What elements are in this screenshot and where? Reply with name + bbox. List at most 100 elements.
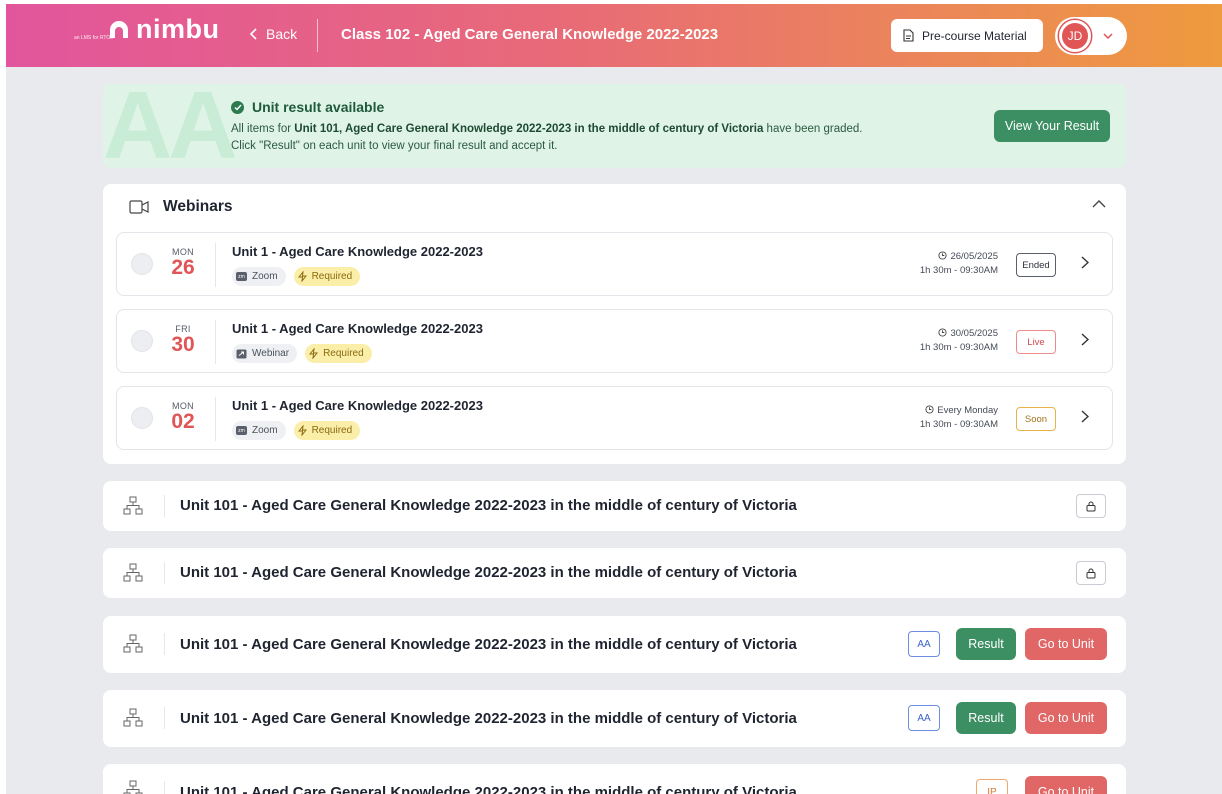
unit-row[interactable]: Unit 101 - Aged Care General Knowledge 2… [103,616,1126,673]
platform-label: Webinar [252,348,290,359]
precourse-label: Pre-course Material [922,28,1027,43]
unit-row[interactable]: Unit 101 - Aged Care General Knowledge 2… [103,481,1126,531]
radio-button[interactable] [131,330,153,352]
divider [215,320,216,364]
view-your-result-button[interactable]: View Your Result [994,110,1110,142]
platform-label: Zoom [252,425,278,436]
precourse-material-button[interactable]: Pre-course Material [891,19,1043,52]
lightning-icon [309,348,319,359]
lock-icon [1086,568,1096,578]
lightning-icon [297,271,307,282]
clock-icon [938,328,948,337]
webinar-tags: zm Zoom Required [232,421,361,440]
status-badge: Soon [1016,407,1056,431]
platform-tag: Webinar [232,344,298,363]
webinar-date: FRI 30 [165,324,201,356]
webinars-title: Webinars [163,198,233,215]
unit-row[interactable]: Unit 101 - Aged Care General Knowledge 2… [103,690,1126,747]
status-badge: Ended [1016,253,1056,277]
status-badge: AA [908,705,940,731]
webinar-item[interactable]: MON 02 Unit 1 - Aged Care Knowledge 2022… [116,386,1113,450]
required-tag: Required [293,267,361,286]
hierarchy-icon [123,634,143,653]
schedule-date-line: 26/05/2025 [920,250,998,264]
required-tag: Required [305,344,372,363]
go-to-unit-button[interactable]: Go to Unit [1025,776,1107,794]
hierarchy-icon [123,708,143,727]
check-circle-icon [231,100,244,114]
radio-button[interactable] [131,407,153,429]
unit-title: Unit 101 - Aged Care General Knowledge 2… [180,784,797,794]
logo-text: nimbu [136,14,220,44]
radio-button[interactable] [131,253,153,275]
required-label: Required [311,271,353,282]
unit-title: Unit 101 - Aged Care General Knowledge 2… [180,564,797,581]
chevron-right-icon[interactable] [1081,410,1089,423]
lightning-icon [297,425,307,436]
logo[interactable]: nimbu [106,14,220,44]
webinar-title: Unit 1 - Aged Care Knowledge 2022-2023 [232,398,483,413]
clock-icon [925,405,934,414]
webinar-title: Unit 1 - Aged Care Knowledge 2022-2023 [232,244,483,259]
webinar-item[interactable]: FRI 30 Unit 1 - Aged Care Knowledge 2022… [116,309,1113,373]
webinar-title: Unit 1 - Aged Care Knowledge 2022-2023 [232,321,483,336]
zoom-icon: zm [236,272,247,281]
day-number: 02 [171,410,195,433]
status-badge: IP [976,779,1008,794]
avatar: JD [1059,20,1091,52]
divider [164,562,165,584]
document-icon [903,29,914,42]
unit-title: Unit 101 - Aged Care General Knowledge 2… [180,497,797,514]
webinar-schedule: Every Monday 1h 30m - 09:30AM [920,404,998,432]
result-button[interactable]: Result [956,702,1016,734]
webinar-item[interactable]: MON 26 Unit 1 - Aged Care Knowledge 2022… [116,232,1113,296]
chevron-down-icon [1103,33,1113,39]
back-button[interactable]: Back [250,26,297,42]
divider [164,781,165,794]
required-label: Required [311,425,353,436]
result-button[interactable]: Result [956,628,1016,660]
hierarchy-icon [123,496,143,515]
schedule-date: Every Monday [937,405,998,416]
app-frame: nimbu an LMS for RTOs Back Class 102 - A… [6,4,1222,794]
webinars-header[interactable]: Webinars [129,198,233,216]
required-tag: Required [293,421,361,440]
divider [164,707,165,729]
platform-tag: zm Zoom [232,421,286,440]
chevron-up-icon[interactable] [1092,200,1106,208]
divider [215,243,216,287]
schedule-time: 1h 30m - 09:30AM [919,342,998,353]
webinar-schedule: 30/05/2025 1h 30m - 09:30AM [920,327,998,355]
result-banner: AA Unit result available All items for U… [103,84,1126,168]
clock-icon [938,251,948,260]
go-to-unit-button[interactable]: Go to Unit [1025,702,1107,734]
schedule-date: 30/05/2025 [950,328,998,339]
webinar-schedule: 26/05/2025 1h 30m - 09:30AM [920,250,998,278]
status-badge: AA [908,631,940,657]
go-to-unit-button[interactable]: Go to Unit [1025,628,1107,660]
lock-button[interactable] [1076,561,1106,585]
schedule-time: 1h 30m - 09:30AM [919,265,998,276]
header-divider [317,19,318,52]
unit-row[interactable]: Unit 101 - Aged Care General Knowledge 2… [103,548,1126,598]
chevron-right-icon[interactable] [1081,333,1089,346]
webinar-date: MON 26 [165,247,201,279]
schedule-time: 1h 30m - 09:30AM [919,419,998,430]
divider [164,633,165,655]
schedule-date: 26/05/2025 [950,251,998,262]
day-number: 26 [171,256,195,279]
webinar-icon [236,349,247,358]
schedule-date-line: Every Monday [920,404,998,418]
divider [164,495,165,517]
unit-row[interactable]: Unit 101 - Aged Care General Knowledge 2… [103,764,1126,794]
user-menu[interactable]: JD [1055,17,1127,55]
webinar-tags: zm Zoom Required [232,267,361,286]
status-badge: Live [1016,330,1056,354]
lock-button[interactable] [1076,494,1106,518]
day-number: 30 [171,333,195,356]
hierarchy-icon [123,780,143,794]
chevron-right-icon[interactable] [1081,256,1089,269]
webinar-date: MON 02 [165,401,201,433]
banner-message-suffix: have been graded. [763,123,863,135]
webinar-tags: Webinar Required [232,344,372,363]
